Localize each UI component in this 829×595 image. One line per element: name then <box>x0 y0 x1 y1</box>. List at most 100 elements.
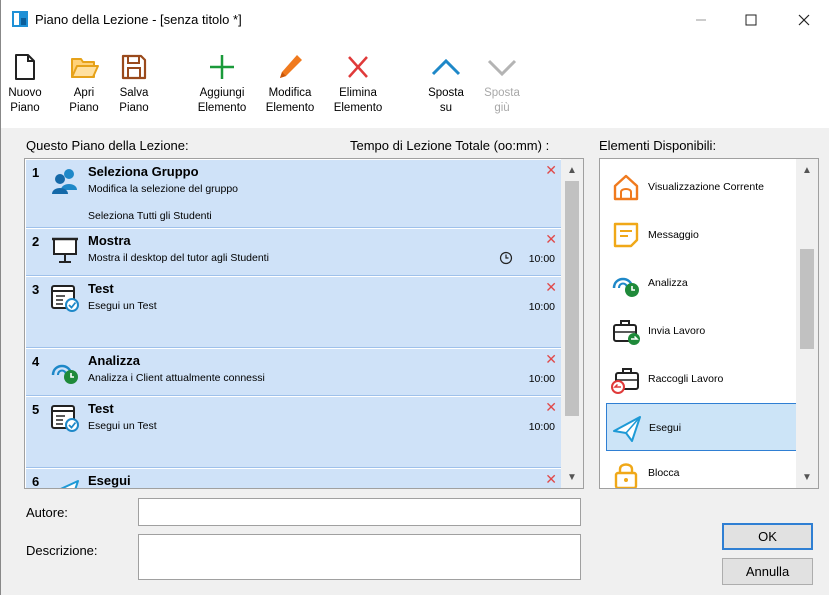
edit-element-label-2: Elemento <box>265 102 315 114</box>
item-description: Modifica la selezione del gruppo <box>88 183 239 195</box>
plus-icon <box>210 55 234 79</box>
edit-element-button[interactable]: Modifica Elemento <box>259 40 321 128</box>
save-plan-button[interactable]: Salva Piano <box>116 40 152 128</box>
chevron-down-icon <box>487 59 517 77</box>
toolbar: Nuovo Piano Apri Piano Salva Piano Aggiungi… <box>1 40 829 128</box>
item-detail: Seleziona Tutti gli Studenti <box>88 210 212 222</box>
available-item-label: Invia Lavoro <box>648 325 706 337</box>
new-plan-button[interactable]: Nuovo Piano <box>8 40 42 128</box>
plan-item[interactable]: 6 Esegui ✕ <box>26 469 561 489</box>
x-icon <box>348 56 368 78</box>
item-title: Analizza <box>88 353 141 368</box>
item-title: Test <box>88 281 114 296</box>
item-title: Mostra <box>88 233 131 248</box>
ok-button[interactable]: OK <box>722 523 813 550</box>
available-elements-label: Elementi Disponibili: <box>599 138 717 153</box>
scroll-up-arrow-icon[interactable]: ▲ <box>561 161 583 179</box>
analyze-icon <box>51 364 78 384</box>
author-label: Autore: <box>26 505 68 520</box>
delete-element-label-2: Elemento <box>333 102 383 114</box>
available-item-label: Visualizzazione Corrente <box>648 181 764 193</box>
remove-item-button[interactable]: ✕ <box>545 231 557 248</box>
scroll-down-arrow-icon[interactable]: ▼ <box>561 468 583 486</box>
remove-item-button[interactable]: ✕ <box>545 399 557 416</box>
add-element-label-1: Aggiungi <box>199 87 245 99</box>
move-down-label-2: giù <box>494 102 510 114</box>
home-view-icon <box>613 174 639 201</box>
remove-item-button[interactable]: ✕ <box>545 351 557 368</box>
move-down-button[interactable]: Sposta giù <box>477 40 527 128</box>
plan-item[interactable]: 5 Test Esegui un Test ✕ 10:00 <box>26 397 561 468</box>
description-field[interactable] <box>138 534 581 580</box>
available-item-run[interactable]: Esegui <box>606 403 797 451</box>
item-time: 10:00 <box>528 253 555 265</box>
plan-item[interactable]: 1 Seleziona Gruppo Modifica la selezione… <box>26 160 561 228</box>
open-plan-button[interactable]: Apri Piano <box>68 40 100 128</box>
send-icon <box>60 480 79 488</box>
available-list-scrollbar[interactable]: ▲ ▼ <box>796 159 818 488</box>
collect-work-icon <box>611 368 639 394</box>
item-number: 1 <box>32 165 40 180</box>
document-icon <box>15 54 35 80</box>
delete-element-button[interactable]: Elimina Elemento <box>327 40 389 128</box>
folder-icon <box>71 58 99 78</box>
item-number: 2 <box>32 234 40 249</box>
item-title: Test <box>88 401 114 416</box>
item-time: 10:00 <box>528 373 555 385</box>
lock-icon <box>614 463 638 488</box>
plan-item[interactable]: 2 Mostra Mostra il desktop del tutor agl… <box>26 229 561 276</box>
save-icon <box>121 54 147 80</box>
message-icon <box>613 222 639 248</box>
maximize-button[interactable] <box>731 4 771 36</box>
minimize-icon <box>696 19 706 21</box>
clock-icon <box>499 251 513 265</box>
group-icon <box>52 169 77 194</box>
item-description: Esegui un Test <box>88 420 157 432</box>
analyze-icon <box>612 277 639 297</box>
presentation-icon <box>52 237 78 263</box>
available-item-message[interactable]: Messaggio <box>606 211 797 259</box>
maximize-icon <box>745 14 757 26</box>
scroll-down-arrow-icon[interactable]: ▼ <box>796 468 818 486</box>
available-elements-list[interactable]: Visualizzazione Corrente Messaggio Anali… <box>599 158 819 489</box>
item-title: Seleziona Gruppo <box>88 164 199 179</box>
remove-item-button[interactable]: ✕ <box>545 279 557 296</box>
available-item-lock[interactable]: Blocca <box>606 451 797 488</box>
plan-list-scrollbar[interactable]: ▲ ▼ <box>561 159 583 488</box>
test-icon <box>51 285 79 312</box>
remove-item-button[interactable]: ✕ <box>545 471 557 488</box>
available-item-label: Raccogli Lavoro <box>648 373 724 385</box>
remove-item-button[interactable]: ✕ <box>545 162 557 179</box>
save-plan-label-1: Salva <box>119 87 149 99</box>
edit-element-label-1: Modifica <box>268 87 312 99</box>
send-work-icon <box>613 320 640 345</box>
item-title: Esegui <box>88 473 131 488</box>
item-time: 10:00 <box>528 421 555 433</box>
item-description: Mostra il desktop del tutor agli Student… <box>88 252 269 264</box>
close-button[interactable] <box>784 4 824 36</box>
available-item-collect-work[interactable]: Raccogli Lavoro <box>606 355 797 403</box>
scrollbar-thumb[interactable] <box>800 249 814 349</box>
author-field[interactable] <box>138 498 581 526</box>
send-icon <box>613 416 641 442</box>
plan-list[interactable]: 1 Seleziona Gruppo Modifica la selezione… <box>24 158 584 489</box>
scrollbar-thumb[interactable] <box>565 181 579 416</box>
move-up-label-2: su <box>439 102 453 114</box>
title-bar: Piano della Lezione - [senza titolo *] <box>1 0 829 40</box>
available-item-send-work[interactable]: Invia Lavoro <box>606 307 797 355</box>
app-icon <box>12 11 28 27</box>
item-number: 6 <box>32 474 40 489</box>
add-element-button[interactable]: Aggiungi Elemento <box>191 40 253 128</box>
total-time-label: Tempo di Lezione Totale (oo:mm) : <box>350 138 550 153</box>
test-icon <box>51 405 79 432</box>
plan-item[interactable]: 4 Analizza Analizza i Client attualmente… <box>26 349 561 396</box>
available-item-analyze[interactable]: Analizza <box>606 259 797 307</box>
cancel-button[interactable]: Annulla <box>722 558 813 585</box>
move-up-button[interactable]: Sposta su <box>421 40 471 128</box>
plan-item[interactable]: 3 Test Esegui un Test ✕ 10:00 <box>26 277 561 348</box>
chevron-up-icon <box>431 58 461 76</box>
minimize-button[interactable] <box>681 4 721 36</box>
available-item-label: Esegui <box>649 422 682 434</box>
scroll-up-arrow-icon[interactable]: ▲ <box>796 161 818 179</box>
available-item-current-view[interactable]: Visualizzazione Corrente <box>606 163 797 211</box>
